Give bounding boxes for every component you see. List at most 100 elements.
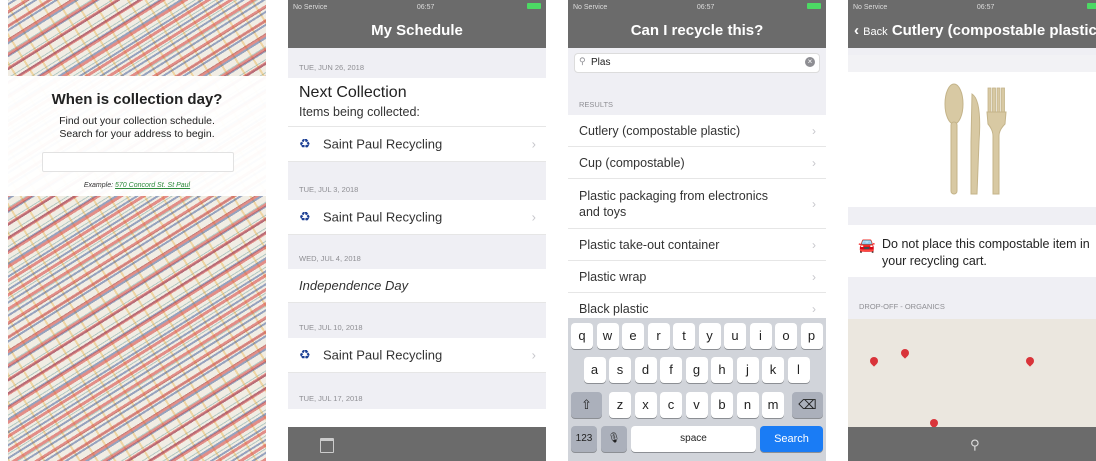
schedule-item-row[interactable]: ♻ Saint Paul Recycling › (288, 338, 546, 373)
key-f[interactable]: f (660, 357, 682, 383)
space-key[interactable]: space (631, 426, 756, 452)
result-label: Cup (compostable) (579, 155, 685, 170)
key-l[interactable]: l (787, 357, 810, 383)
key-v[interactable]: v (685, 392, 708, 418)
disposal-message-text: Do not place this compostable item in yo… (882, 237, 1090, 268)
result-row[interactable]: Cutlery (compostable plastic) › (568, 115, 826, 147)
chevron-right-icon: › (812, 123, 816, 138)
key-d[interactable]: d (634, 357, 657, 383)
key-k[interactable]: k (762, 357, 784, 383)
schedule-item-label: Saint Paul Recycling (323, 136, 443, 152)
microphone-key[interactable]: 🎙 (601, 426, 627, 452)
result-label: Black plastic (579, 301, 649, 316)
keyboard-row-4: 123 🎙 space Search (568, 426, 826, 452)
date-header: WED, JUL 4, 2018 (299, 254, 361, 263)
key-p[interactable]: p (800, 323, 823, 349)
key-x[interactable]: x (634, 392, 657, 418)
numbers-key[interactable]: 123 (571, 426, 597, 452)
key-c[interactable]: c (660, 392, 682, 418)
key-a[interactable]: a (583, 357, 606, 383)
schedule-list[interactable]: TUE, JUN 26, 2018 Next Collection Items … (288, 48, 546, 430)
chevron-right-icon: › (531, 209, 536, 225)
shift-key[interactable]: ⇧ (571, 392, 602, 418)
search-icon: ⚲ (579, 56, 586, 66)
delete-key[interactable]: ⌫ (792, 392, 823, 418)
chevron-right-icon: › (812, 237, 816, 252)
car-icon: 🚘 (858, 237, 876, 253)
schedule-screen: My Schedule No Service 06:57 TUE, JUN 26… (288, 0, 546, 461)
result-label: Plastic wrap (579, 269, 647, 284)
search-bar: ⚲ Plas × (568, 48, 826, 76)
key-z[interactable]: z (609, 392, 631, 418)
zoom-icon[interactable]: ⚲ (970, 437, 980, 453)
clear-icon[interactable]: × (805, 57, 815, 67)
carrier-label: No Service (573, 3, 608, 11)
key-y[interactable]: y (698, 323, 721, 349)
key-b[interactable]: b (711, 392, 733, 418)
item-detail-screen: ‹ Back Cutlery (compostable plastic) No … (848, 0, 1096, 461)
subtitle-line-1: Find out your collection schedule. (59, 115, 215, 127)
schedule-item-label: Saint Paul Recycling (323, 209, 443, 225)
keyboard-row-2: asdfghjkl (568, 357, 826, 383)
key-u[interactable]: u (724, 323, 746, 349)
search-key[interactable]: Search (760, 426, 823, 452)
map-pin[interactable] (868, 355, 880, 367)
recycle-icon: ♻ (299, 347, 311, 362)
address-search-input[interactable] (42, 152, 234, 172)
result-row[interactable]: Cup (compostable) › (568, 147, 826, 179)
chevron-right-icon: › (812, 196, 816, 211)
recycle-search-screen: Can I recycle this? No Service 06:57 ⚲ P… (568, 0, 826, 461)
back-button[interactable]: ‹ Back Cutlery (compostable plastic) (854, 22, 1096, 39)
holiday-label: Independence Day (299, 278, 409, 293)
result-row[interactable]: Plastic packaging from electronics and t… (568, 179, 826, 229)
keyboard-row-1: qwertyuiop (568, 323, 826, 349)
schedule-item-row[interactable]: ♻ Saint Paul Recycling › (288, 127, 546, 162)
search-input[interactable]: ⚲ Plas × (574, 53, 820, 73)
date-header: TUE, JUN 26, 2018 (299, 63, 365, 72)
example-address-link[interactable]: 570 Concord St. St Paul (115, 182, 190, 189)
key-r[interactable]: r (647, 323, 670, 349)
key-j[interactable]: j (736, 357, 759, 383)
key-w[interactable]: w (596, 323, 619, 349)
chevron-right-icon: › (531, 347, 536, 363)
status-bar: No Service 06:57 (288, 0, 546, 14)
example-prefix: Example: (83, 182, 114, 189)
tab-bar: ⚲ (848, 427, 1096, 461)
chevron-right-icon: › (812, 301, 816, 316)
battery-icon (524, 3, 541, 11)
chevron-right-icon: › (531, 136, 536, 152)
next-collection-title: Next Collection (299, 84, 407, 101)
key-q[interactable]: q (571, 323, 593, 349)
key-o[interactable]: o (775, 323, 797, 349)
result-label: Plastic take-out container (579, 237, 720, 252)
key-t[interactable]: t (673, 323, 695, 349)
date-header: TUE, JUL 10, 2018 (299, 323, 363, 332)
chevron-right-icon: › (812, 269, 816, 284)
map-pin[interactable] (899, 347, 911, 359)
key-e[interactable]: e (622, 323, 644, 349)
result-row[interactable]: Plastic wrap › (568, 261, 826, 293)
key-m[interactable]: m (762, 392, 784, 418)
key-i[interactable]: i (749, 323, 772, 349)
next-collection-header: Next Collection Items being collected: (288, 78, 546, 127)
dropoff-map[interactable] (848, 319, 1096, 429)
cutlery-illustration (944, 83, 1007, 195)
results-list[interactable]: Cutlery (compostable plastic) › Cup (com… (568, 115, 826, 325)
map-pin[interactable] (1024, 355, 1036, 367)
page-title: When is collection day? (51, 91, 223, 108)
key-s[interactable]: s (609, 357, 631, 383)
calendar-icon[interactable] (320, 438, 334, 453)
cutlery-image (848, 72, 1096, 207)
carrier-label: No Service (853, 3, 888, 11)
back-label: Back (863, 26, 888, 38)
status-bar: No Service 06:57 (848, 0, 1096, 14)
header-band (848, 55, 1096, 72)
key-h[interactable]: h (711, 357, 733, 383)
keyboard-row-3: ⇧ ⌫ zxcvbnm (568, 392, 826, 418)
key-g[interactable]: g (685, 357, 708, 383)
schedule-item-row[interactable]: ♻ Saint Paul Recycling › (288, 200, 546, 235)
key-n[interactable]: n (736, 392, 759, 418)
dropoff-header: DROP-OFF - ORGANICS (859, 302, 945, 311)
result-row[interactable]: Plastic take-out container › (568, 229, 826, 261)
clock-label: 06:57 (416, 3, 435, 11)
